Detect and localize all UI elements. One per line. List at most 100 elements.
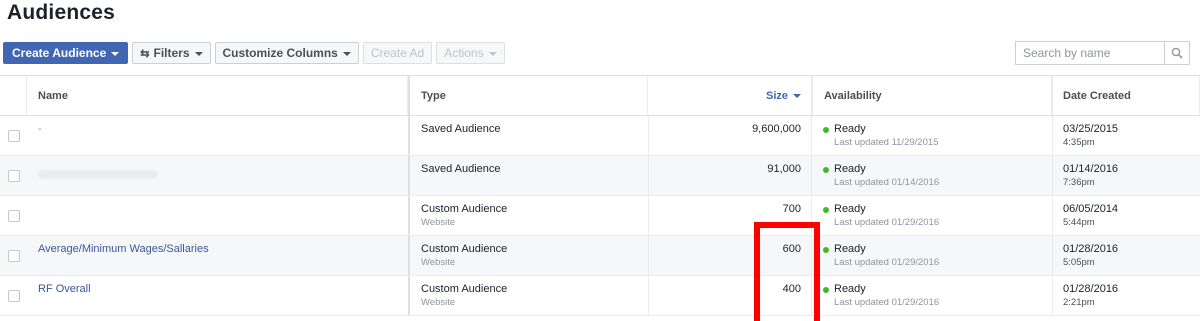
audiences-table: Name Type Size Availability Date Created…	[0, 75, 1200, 316]
availability-status: Ready	[834, 283, 866, 295]
header-availability[interactable]: Availability	[812, 76, 1052, 115]
last-updated: Last updated 01/29/2016	[834, 217, 940, 228]
created-time: 4:35pm	[1063, 137, 1095, 148]
header-size-label: Size	[765, 89, 788, 102]
audience-size: 9,600,000	[752, 123, 801, 135]
size-cell: 9,600,000	[648, 116, 812, 155]
audience-name[interactable]: Average/Minimum Wages/Sallaries	[38, 243, 209, 255]
status-dot-icon	[823, 126, 829, 133]
type-cell: Custom Audience Website	[408, 236, 648, 275]
status-dot-icon	[823, 206, 829, 213]
redacted-name	[38, 170, 158, 179]
type-cell: Custom Audience Website	[408, 196, 648, 235]
sort-desc-icon	[793, 94, 801, 98]
type-cell: Custom Audience Website	[408, 276, 648, 315]
row-checkbox[interactable]	[7, 169, 20, 182]
customize-columns-label: Customize Columns	[222, 46, 338, 60]
created-time: 5:44pm	[1063, 217, 1095, 228]
table-row[interactable]: RF Overall Custom Audience Website 400 R…	[0, 276, 1200, 316]
header-name[interactable]: Name	[27, 76, 408, 115]
table-row[interactable]: Custom Audience Website 700 Ready Last u…	[0, 196, 1200, 236]
last-updated: Last updated 01/29/2016	[834, 297, 940, 308]
filters-button[interactable]: ⇆ Filters	[132, 42, 211, 64]
created-date: 01/28/2016	[1063, 283, 1119, 295]
header-type[interactable]: Type	[408, 76, 648, 115]
search-input[interactable]	[1016, 46, 1164, 60]
toolbar: Create Audience ⇆ Filters Customize Colu…	[3, 42, 505, 64]
audience-size: 700	[782, 203, 801, 215]
caret-down-icon	[342, 51, 351, 56]
availability-cell: Ready Last updated 01/29/2016	[812, 236, 1052, 275]
audience-type: Custom Audience	[421, 283, 508, 295]
date-created-cell: 06/05/2014 5:44pm	[1052, 196, 1200, 235]
audience-type: Saved Audience	[421, 163, 501, 175]
filters-label: Filters	[153, 46, 190, 60]
audience-name-cell	[27, 196, 408, 235]
caret-down-icon	[111, 51, 120, 56]
create-audience-button[interactable]: Create Audience	[3, 42, 129, 64]
row-checkbox-cell	[0, 276, 27, 315]
status-dot-icon	[823, 166, 829, 173]
availability-status: Ready	[834, 123, 866, 135]
page-title: Audiences	[7, 1, 115, 24]
header-size[interactable]: Size	[648, 76, 812, 115]
row-checkbox[interactable]	[7, 289, 20, 302]
header-checkbox-cell	[0, 76, 27, 115]
audience-name-cell	[27, 156, 408, 195]
audience-type: Custom Audience	[421, 243, 508, 255]
size-cell: 91,000	[648, 156, 812, 195]
availability-status: Ready	[834, 243, 866, 255]
magnifier-icon[interactable]	[1165, 47, 1189, 59]
header-date-created[interactable]: Date Created	[1052, 76, 1200, 115]
availability-cell: Ready Last updated 01/29/2016	[812, 276, 1052, 315]
date-created-cell: 03/25/2015 4:35pm	[1052, 116, 1200, 155]
actions-button[interactable]: Actions	[436, 42, 505, 64]
type-cell: Saved Audience	[408, 116, 648, 155]
created-date: 03/25/2015	[1063, 123, 1119, 135]
row-checkbox[interactable]	[7, 249, 20, 262]
customize-columns-button[interactable]: Customize Columns	[214, 42, 359, 64]
last-updated: Last updated 01/14/2016	[834, 177, 940, 188]
created-time: 2:21pm	[1063, 297, 1095, 308]
audience-name-cell: -	[27, 116, 408, 155]
audience-type-source: Website	[421, 257, 456, 268]
last-updated: Last updated 11/29/2015	[834, 137, 939, 148]
create-ad-button[interactable]: Create Ad	[362, 42, 433, 64]
caret-down-icon	[194, 51, 203, 56]
audience-name-cell: Average/Minimum Wages/Sallaries	[27, 236, 408, 275]
row-checkbox-cell	[0, 156, 27, 195]
audience-name-cell: RF Overall	[27, 276, 408, 315]
date-created-cell: 01/28/2016 5:05pm	[1052, 236, 1200, 275]
table-header: Name Type Size Availability Date Created	[0, 75, 1200, 116]
created-date: 01/28/2016	[1063, 243, 1119, 255]
search-box	[1015, 41, 1190, 65]
audience-type: Saved Audience	[421, 123, 501, 135]
audience-name[interactable]: RF Overall	[38, 283, 91, 295]
created-time: 7:36pm	[1063, 177, 1095, 188]
availability-cell: Ready Last updated 01/29/2016	[812, 196, 1052, 235]
create-audience-label: Create Audience	[12, 46, 107, 60]
caret-down-icon	[488, 51, 497, 56]
date-created-cell: 01/28/2016 2:21pm	[1052, 276, 1200, 315]
table-row[interactable]: Saved Audience 91,000 Ready Last updated…	[0, 156, 1200, 196]
table-row[interactable]: Average/Minimum Wages/Sallaries Custom A…	[0, 236, 1200, 276]
row-checkbox[interactable]	[7, 209, 20, 222]
created-time: 5:05pm	[1063, 257, 1095, 268]
table-row[interactable]: - Saved Audience 9,600,000 Ready Last up…	[0, 116, 1200, 156]
row-checkbox[interactable]	[7, 129, 20, 142]
row-checkbox-cell	[0, 236, 27, 275]
availability-status: Ready	[834, 163, 866, 175]
audience-name[interactable]: -	[38, 123, 42, 135]
status-dot-icon	[823, 286, 829, 293]
audience-type: Custom Audience	[421, 203, 508, 215]
annotation-highlight-box	[754, 222, 820, 321]
row-checkbox-cell	[0, 116, 27, 155]
last-updated: Last updated 01/29/2016	[834, 257, 940, 268]
create-ad-label: Create Ad	[370, 46, 425, 60]
availability-status: Ready	[834, 203, 866, 215]
audience-type-source: Website	[421, 217, 456, 228]
actions-label: Actions	[444, 46, 484, 60]
audience-size: 91,000	[767, 163, 801, 175]
availability-cell: Ready Last updated 11/29/2015	[812, 116, 1052, 155]
created-date: 01/14/2016	[1063, 163, 1119, 175]
